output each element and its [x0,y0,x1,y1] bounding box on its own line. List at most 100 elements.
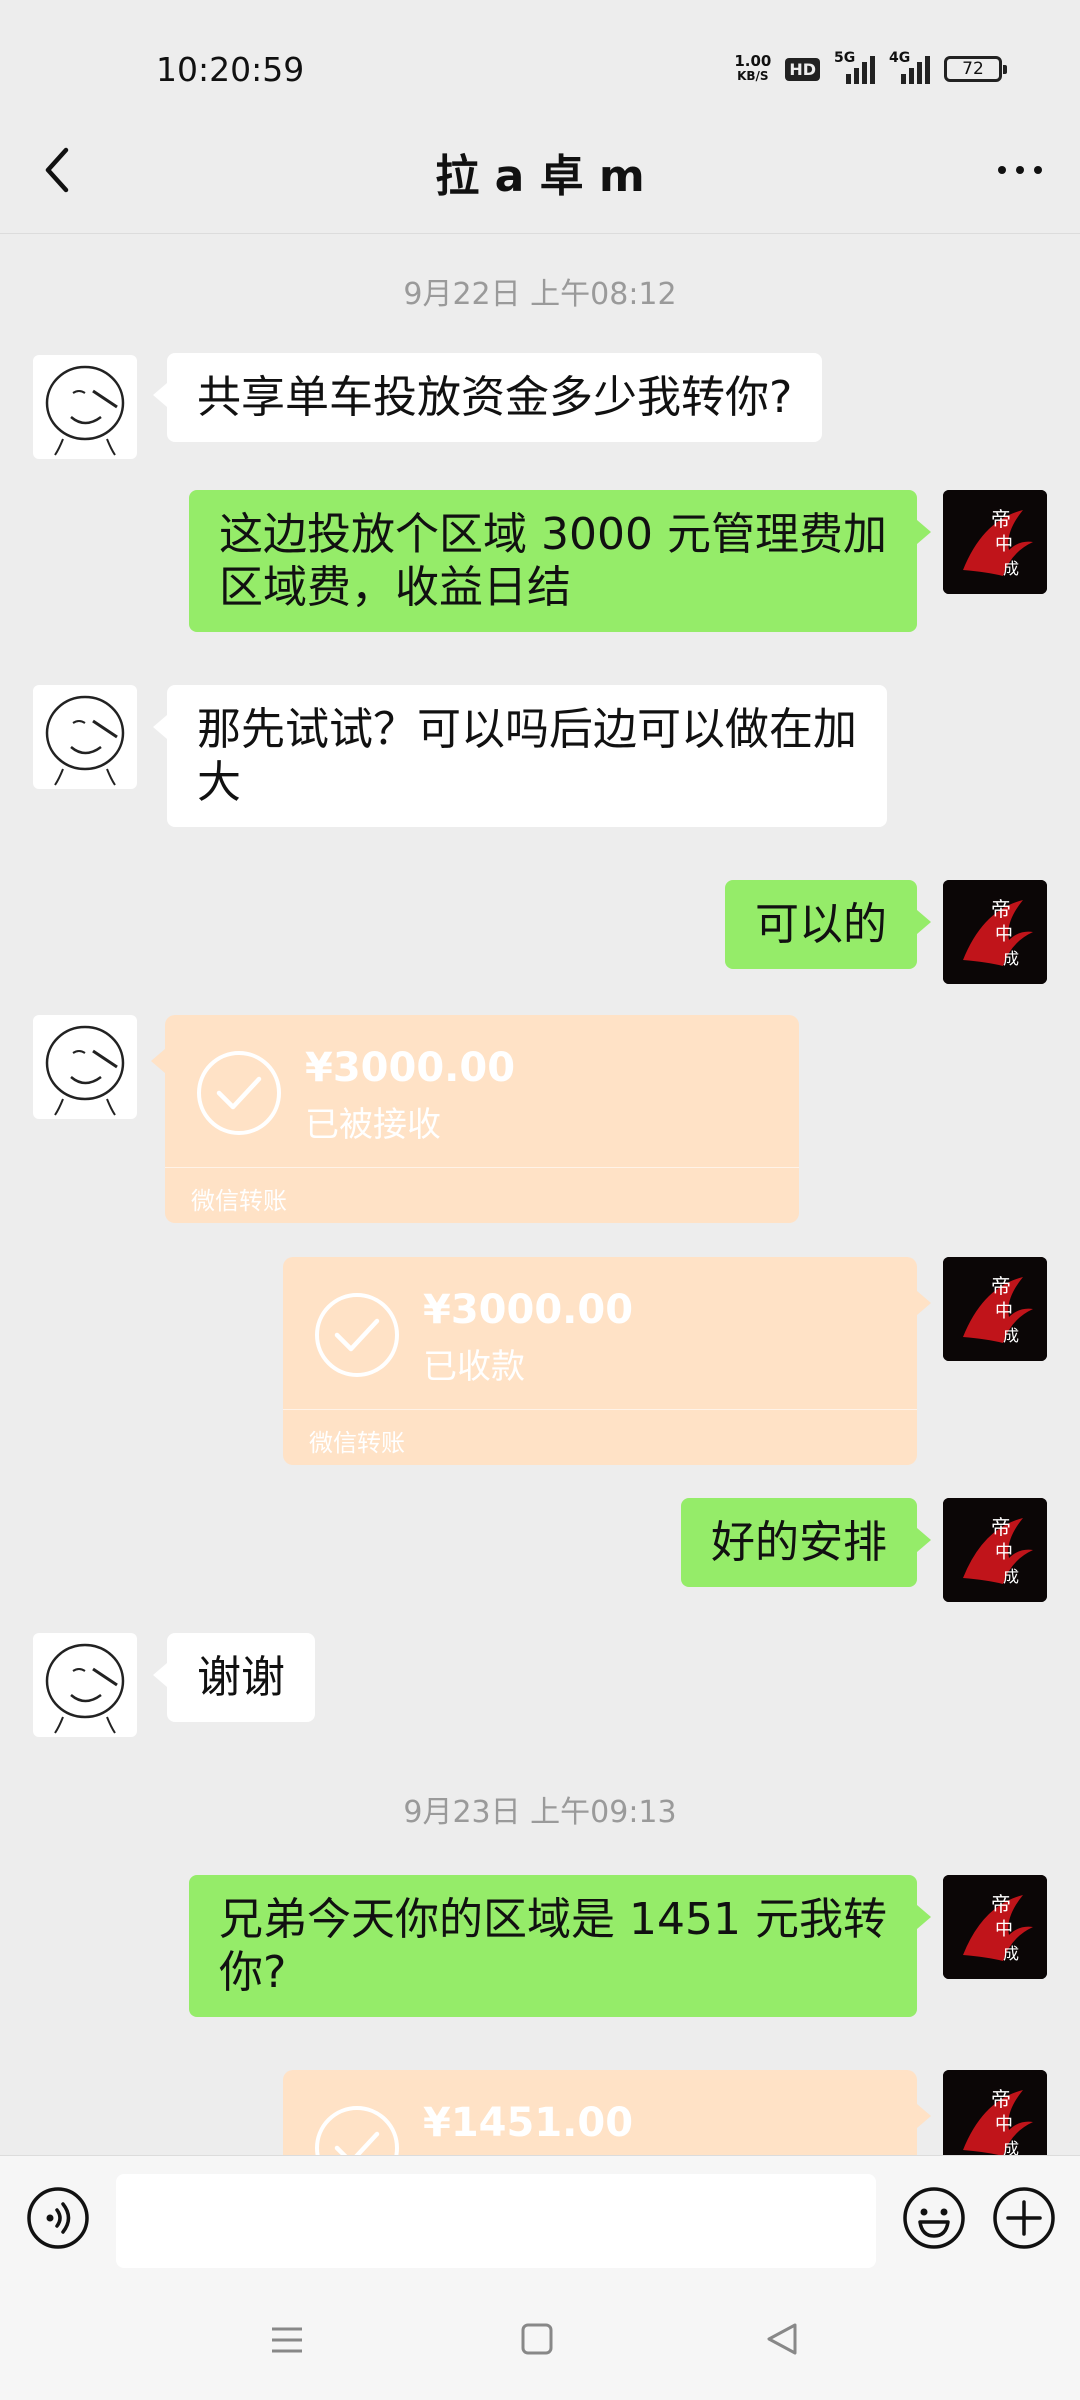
more-dot [1016,166,1024,174]
check-circle-icon [315,1293,399,1377]
red-phoenix-avatar-icon: 帝 中 成 [943,2070,1047,2155]
more-dot [1034,166,1042,174]
transfer-status: 已收款 [423,1347,525,1387]
message-text: 可以的 [755,899,887,950]
svg-text:帝: 帝 [991,2087,1011,2111]
message-text-line: 那先试试？可以吗后边可以做在加 [197,704,857,755]
contact-avatar[interactable] [33,1633,137,1737]
transfer-card[interactable]: ¥3000.00 已收款 微信转账 [283,1257,931,1465]
network-speed-value: 1.00 [734,52,772,70]
svg-text:中: 中 [995,2114,1013,2135]
transfer-card[interactable]: ¥1451.00 [283,2070,931,2155]
my-avatar[interactable]: 帝 中 成 [943,490,1047,594]
voice-icon [27,2187,89,2249]
doodle-face-icon [45,1025,125,1116]
plus-circle-icon [993,2187,1055,2249]
emoji-button[interactable] [902,2186,966,2250]
recents-button[interactable] [270,2323,304,2357]
more-button[interactable] [990,150,1050,190]
message-text-line: 区域费，收益日结 [219,562,572,613]
system-back-button[interactable] [764,2321,800,2357]
svg-text:中: 中 [995,924,1013,945]
square-icon [521,2323,553,2355]
message-text-line: 你? [219,1947,287,1998]
message-text-line: 兄弟今天你的区域是 1451 元我转 [219,1894,887,1945]
message-bubble-incoming[interactable]: 那先试试？可以吗后边可以做在加 大 [153,685,887,827]
voice-button[interactable] [26,2186,90,2250]
svg-text:中: 中 [995,1542,1013,1563]
svg-text:成: 成 [1003,1944,1019,1963]
red-phoenix-avatar-icon: 帝 中 成 [943,1498,1047,1602]
transfer-card[interactable]: ¥3000.00 已被接收 微信转账 [151,1015,799,1223]
message-bubble-incoming[interactable]: 谢谢 [153,1633,315,1722]
menu-icon [272,2327,302,2353]
plus-button[interactable] [992,2186,1056,2250]
transfer-amount: ¥3000.00 [305,1045,516,1091]
contact-avatar[interactable] [33,1015,137,1119]
svg-text:帝: 帝 [991,1515,1011,1539]
svg-text:中: 中 [995,534,1013,555]
signal-5g-icon: 5G [834,50,875,84]
timestamp: 9月23日 上午09:13 [403,1795,677,1830]
my-avatar[interactable]: 帝 中 成 [943,2070,1047,2155]
red-phoenix-avatar-icon: 帝 中 成 [943,1257,1047,1361]
emoji-icon [903,2187,965,2249]
signal-4g-icon: 4G [889,50,930,84]
message-bubble-outgoing[interactable]: 这边投放个区域 3000 元管理费加 区域费，收益日结 [189,490,931,632]
timestamp: 9月22日 上午08:12 [403,277,677,312]
svg-text:帝: 帝 [991,1892,1011,1916]
signal-5g-label: 5G [834,50,856,66]
signal-4g-label: 4G [889,50,911,66]
contact-avatar[interactable] [33,685,137,789]
svg-text:帝: 帝 [991,507,1011,531]
check-circle-icon [315,2106,399,2155]
svg-text:成: 成 [1003,1567,1019,1586]
message-text: 谢谢 [197,1652,285,1703]
check-circle-icon [197,1051,281,1135]
my-avatar[interactable]: 帝 中 成 [943,1498,1047,1602]
network-speed: 1.00 KB/S [734,54,771,84]
chat-message-list[interactable]: 9月22日 上午08:12 共享单车投放资金多少我转你? 帝 中 成 这边投放个… [0,235,1080,2155]
message-text-line: 大 [197,757,241,808]
svg-text:成: 成 [1003,1326,1019,1345]
contact-avatar[interactable] [33,355,137,459]
doodle-face-icon [45,1643,125,1734]
battery-icon: 72 [944,56,1007,82]
transfer-status: 已被接收 [305,1105,441,1145]
red-phoenix-avatar-icon: 帝 中 成 [943,880,1047,984]
message-text: 好的安排 [711,1517,887,1568]
red-phoenix-avatar-icon: 帝 中 成 [943,490,1047,594]
home-button[interactable] [520,2322,554,2356]
network-speed-unit: KB/S [737,69,769,83]
message-bubble-outgoing[interactable]: 好的安排 [681,1498,931,1587]
svg-text:中: 中 [995,1919,1013,1940]
divider [283,1409,917,1410]
my-avatar[interactable]: 帝 中 成 [943,1875,1047,1979]
svg-text:帝: 帝 [991,1274,1011,1298]
svg-text:中: 中 [995,1301,1013,1322]
svg-text:帝: 帝 [991,897,1011,921]
svg-text:成: 成 [1003,949,1019,968]
message-bubble-incoming[interactable]: 共享单车投放资金多少我转你? [152,353,823,442]
more-dot [998,166,1006,174]
doodle-face-icon [45,695,125,786]
chat-title: 拉 a 卓 m [435,151,645,202]
status-icons: 1.00 KB/S HD 5G 4G 72 [734,50,1007,84]
message-text-line: 这边投放个区域 3000 元管理费加 [219,509,887,560]
status-time: 10:20:59 [156,50,305,89]
triangle-back-icon [767,2323,797,2355]
message-bubble-outgoing[interactable]: 兄弟今天你的区域是 1451 元我转 你? [189,1875,931,2017]
system-navigation-bar [0,2285,1080,2400]
my-avatar[interactable]: 帝 中 成 [943,1257,1047,1361]
transfer-label: 微信转账 [191,1187,287,1215]
message-input[interactable] [116,2174,876,2268]
svg-text:成: 成 [1003,559,1019,578]
hd-icon: HD [785,57,820,81]
transfer-amount: ¥3000.00 [423,1287,634,1333]
divider [165,1167,799,1168]
transfer-amount: ¥1451.00 [423,2100,634,2146]
transfer-label: 微信转账 [309,1429,405,1457]
message-text: 共享单车投放资金多少我转你? [197,372,793,423]
message-bubble-outgoing[interactable]: 可以的 [725,880,931,969]
my-avatar[interactable]: 帝 中 成 [943,880,1047,984]
